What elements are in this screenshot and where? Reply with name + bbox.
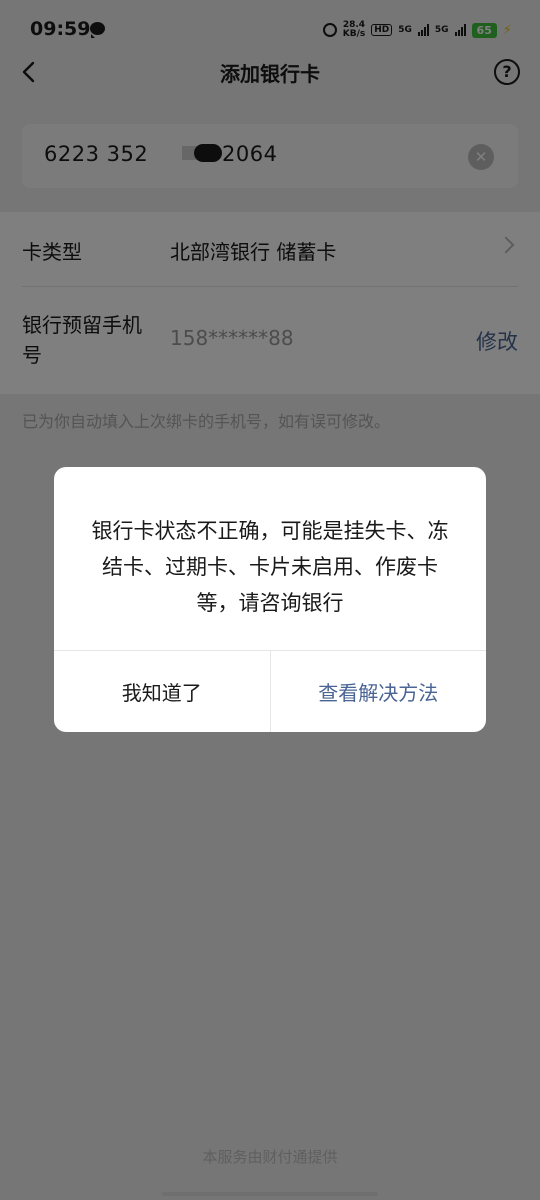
- error-dialog: 银行卡状态不正确，可能是挂失卡、冻结卡、过期卡、卡片未启用、作废卡等，请咨询银行…: [54, 467, 486, 732]
- view-solution-button[interactable]: 查看解决方法: [271, 651, 487, 732]
- dialog-message: 银行卡状态不正确，可能是挂失卡、冻结卡、过期卡、卡片未启用、作废卡等，请咨询银行: [91, 519, 449, 615]
- home-indicator[interactable]: [162, 1192, 378, 1196]
- acknowledge-button[interactable]: 我知道了: [54, 651, 271, 732]
- add-bank-card-screen: 09:59 28.4 KB/s HD 5G 5G 65 ⚡ 添加银行卡 ? 62…: [0, 0, 540, 1200]
- footer-provider-text: 本服务由财付通提供: [202, 1148, 338, 1166]
- dialog-actions: 我知道了 查看解决方法: [54, 650, 486, 732]
